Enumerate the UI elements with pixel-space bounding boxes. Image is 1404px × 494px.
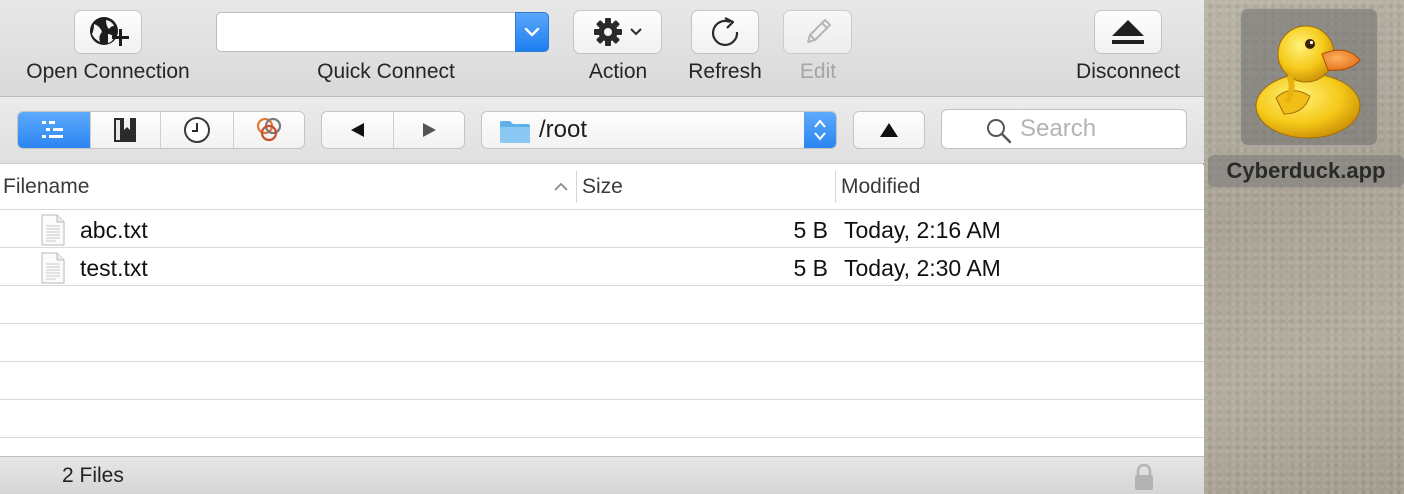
action-label: Action	[588, 60, 648, 83]
history-nav-control	[321, 111, 465, 149]
app-label: Cyberduck.app	[1208, 155, 1404, 187]
bonjour-tab[interactable]	[234, 112, 304, 148]
search-field[interactable]	[941, 109, 1187, 149]
triangle-right-icon	[423, 123, 436, 137]
edit-label: Edit	[799, 60, 837, 83]
refresh-button[interactable]	[691, 10, 759, 54]
triangle-up-icon	[880, 123, 898, 137]
file-table-header: Filename Size Modified	[0, 165, 1204, 210]
clock-icon	[183, 117, 210, 143]
search-input[interactable]	[1020, 114, 1180, 144]
disconnect-button[interactable]	[1094, 10, 1162, 54]
rubber-duck-icon	[1255, 25, 1361, 139]
file-list: abc.txt 5 B Today, 2:16 AM test.txt 5 B …	[0, 210, 1204, 456]
toolbar: Open Connection Quick Connect Action Ref…	[0, 0, 1204, 97]
column-header-filename[interactable]: Filename	[3, 165, 89, 209]
column-header-size[interactable]: Size	[582, 165, 623, 209]
globe-plus-icon	[90, 17, 129, 46]
disconnect-label: Disconnect	[1076, 60, 1180, 83]
browser-view-tab[interactable]	[18, 112, 91, 148]
file-modified: Today, 2:16 AM	[844, 217, 1001, 243]
pencil-icon	[806, 19, 831, 43]
quick-connect-dropdown-button[interactable]	[515, 12, 549, 52]
cyberduck-app-icon[interactable]	[1240, 8, 1378, 146]
status-bar: 2 Files	[0, 456, 1204, 494]
navigation-bar: /root	[0, 97, 1204, 164]
path-popup-button[interactable]: /root	[481, 111, 837, 149]
table-row[interactable]: abc.txt 5 B Today, 2:16 AM	[0, 210, 1204, 248]
column-divider[interactable]	[835, 171, 836, 203]
gear-icon	[593, 18, 622, 46]
file-name: abc.txt	[80, 217, 148, 243]
cyberduck-window: Open Connection Quick Connect Action Ref…	[0, 0, 1204, 494]
folder-icon	[500, 121, 530, 143]
table-row[interactable]: test.txt 5 B Today, 2:30 AM	[0, 248, 1204, 286]
file-size: 5 B	[793, 217, 828, 243]
column-divider[interactable]	[576, 171, 577, 203]
sort-ascending-icon	[554, 182, 568, 191]
file-name: test.txt	[80, 255, 148, 281]
action-button[interactable]	[573, 10, 662, 54]
history-tab[interactable]	[161, 112, 234, 148]
file-count: 2 Files	[62, 464, 124, 487]
quick-connect-input[interactable]	[216, 12, 516, 52]
parent-directory-inner	[854, 112, 924, 148]
bookmark-book-icon	[114, 118, 137, 142]
view-segmented-control	[17, 111, 305, 149]
empty-row	[0, 400, 1204, 438]
open-connection-label: Open Connection	[26, 60, 190, 83]
refresh-label: Refresh	[688, 60, 762, 83]
file-modified: Today, 2:30 AM	[844, 255, 1001, 281]
empty-row	[0, 286, 1204, 324]
triangle-left-icon	[350, 123, 364, 137]
chevron-down-icon	[629, 28, 642, 36]
forward-button[interactable]	[394, 112, 464, 148]
lock-icon[interactable]	[1132, 462, 1156, 492]
refresh-icon	[711, 17, 739, 47]
list-view-icon	[41, 121, 63, 138]
back-button[interactable]	[322, 112, 394, 148]
file-size: 5 B	[793, 255, 828, 281]
search-icon	[987, 119, 1012, 144]
chevron-down-icon	[524, 27, 540, 37]
text-file-icon	[41, 252, 65, 284]
up-down-chevron-icon	[814, 119, 826, 141]
parent-directory-button[interactable]	[853, 111, 925, 149]
empty-row	[0, 438, 1204, 456]
text-file-icon	[41, 214, 65, 246]
current-path: /root	[539, 116, 588, 143]
path-stepper	[804, 112, 836, 148]
bookmarks-tab[interactable]	[91, 112, 162, 148]
eject-icon	[1112, 20, 1144, 44]
quick-connect-label: Quick Connect	[317, 60, 455, 83]
empty-row	[0, 324, 1204, 362]
bonjour-icon	[256, 117, 281, 142]
open-connection-button[interactable]	[74, 10, 142, 54]
desktop-background: Cyberduck.app	[1204, 0, 1404, 494]
column-header-modified[interactable]: Modified	[841, 165, 920, 209]
empty-row	[0, 362, 1204, 400]
edit-button[interactable]	[783, 10, 852, 54]
